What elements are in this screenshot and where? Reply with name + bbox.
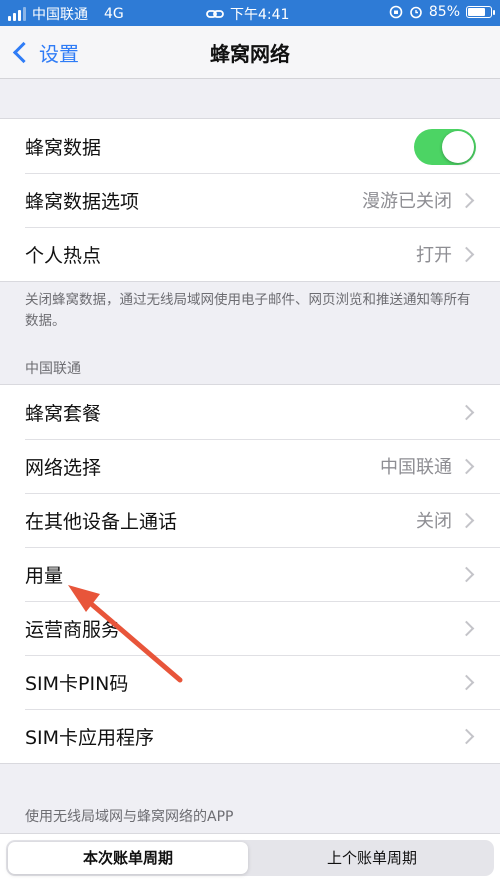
battery-percent: 85%	[428, 4, 460, 20]
cellular-data-toggle[interactable]	[414, 129, 476, 165]
row-label: 运营商服务	[25, 618, 121, 641]
signal-strength-icon	[8, 7, 26, 21]
current-billing-period-tab[interactable]: 本次账单周期	[8, 842, 248, 874]
toggle-knob	[442, 131, 474, 163]
row-label: 蜂窝数据选项	[25, 190, 140, 213]
carrier-name: 中国联通	[32, 7, 88, 23]
chevron-right-icon	[458, 246, 475, 262]
carrier-group: 蜂窝套餐 网络选择 中国联通 在其他设备上通话 关闭 用量 运营商服务 SIM卡…	[0, 384, 500, 764]
row-value: 中国联通	[380, 457, 452, 478]
cellular-settings-screen: 中国联通 4G 下午4:41 85% 设置 蜂窝网络 蜂窝数据 蜂窝数据选项 漫…	[0, 0, 500, 889]
sim-applications-row[interactable]: SIM卡应用程序	[0, 709, 500, 763]
row-label: 蜂窝数据	[25, 136, 102, 159]
row-label: SIM卡PIN码	[25, 672, 129, 695]
chevron-right-icon	[458, 404, 475, 420]
status-bar: 中国联通 4G 下午4:41 85%	[0, 0, 500, 26]
chevron-right-icon	[458, 512, 475, 528]
cellular-data-row: 蜂窝数据	[0, 119, 500, 173]
cellular-data-footnote: 关闭蜂窝数据，通过无线局域网使用电子邮件、网页浏览和推送通知等所有数据。	[25, 292, 471, 329]
billing-period-segmented-control: 本次账单周期 上个账单周期	[6, 840, 494, 876]
carrier-services-row[interactable]: 运营商服务	[0, 601, 500, 655]
orientation-lock-icon	[389, 5, 403, 19]
carrier-section-header: 中国联通	[25, 361, 81, 377]
sim-pin-row[interactable]: SIM卡PIN码	[0, 655, 500, 709]
chevron-right-icon	[458, 566, 475, 582]
status-time: 下午4:41	[230, 7, 290, 23]
cellular-data-options-row[interactable]: 蜂窝数据选项 漫游已关闭	[0, 173, 500, 227]
apps-section-header: 使用无线局域网与蜂窝网络的APP	[25, 809, 234, 825]
battery-fill	[468, 8, 485, 16]
alarm-icon	[410, 6, 422, 19]
status-left: 中国联通 4G	[8, 4, 124, 24]
usage-row[interactable]: 用量	[0, 547, 500, 601]
row-label: 网络选择	[25, 456, 102, 479]
status-center: 下午4:41	[206, 4, 289, 24]
chevron-right-icon	[458, 620, 475, 636]
previous-billing-period-tab[interactable]: 上个账单周期	[252, 842, 492, 874]
row-label: 蜂窝套餐	[25, 402, 102, 425]
cellular-plan-row[interactable]: 蜂窝套餐	[0, 385, 500, 439]
usage-period-bar: 本次账单周期 上个账单周期	[0, 833, 500, 889]
chevron-right-icon	[458, 458, 475, 474]
page-title: 蜂窝网络	[210, 42, 290, 66]
battery-icon	[466, 6, 495, 18]
row-label: 在其他设备上通话	[25, 510, 178, 533]
cellular-data-group: 蜂窝数据 蜂窝数据选项 漫游已关闭 个人热点 打开	[0, 118, 500, 282]
status-right: 85%	[389, 4, 495, 20]
row-label: 用量	[25, 564, 64, 587]
chevron-right-icon	[458, 674, 475, 690]
row-value: 漫游已关闭	[362, 191, 452, 212]
chevron-right-icon	[458, 192, 475, 208]
navigation-bar: 设置 蜂窝网络	[0, 26, 500, 79]
network-type: 4G	[104, 6, 124, 22]
chevron-right-icon	[458, 728, 475, 744]
row-value: 打开	[416, 245, 452, 266]
row-value: 关闭	[416, 511, 452, 532]
calls-on-other-devices-row[interactable]: 在其他设备上通话 关闭	[0, 493, 500, 547]
row-label: SIM卡应用程序	[25, 726, 155, 749]
link-icon	[206, 10, 224, 18]
network-selection-row[interactable]: 网络选择 中国联通	[0, 439, 500, 493]
row-label: 个人热点	[25, 244, 102, 267]
personal-hotspot-row[interactable]: 个人热点 打开	[0, 227, 500, 281]
